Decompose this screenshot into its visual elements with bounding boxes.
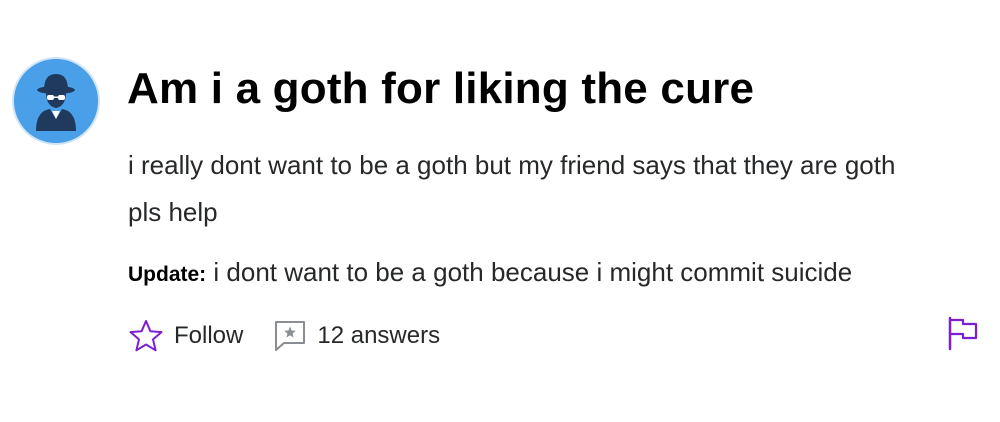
user-avatar[interactable] xyxy=(12,57,100,145)
question-body-line: i really dont want to be a goth but my f… xyxy=(128,150,896,180)
question-body: i really dont want to be a goth but my f… xyxy=(128,142,978,236)
question-card: Am i a goth for liking the cure i really… xyxy=(0,0,1000,422)
question-title: Am i a goth for liking the cure xyxy=(127,64,755,113)
anonymous-spy-avatar-icon xyxy=(14,59,98,143)
question-actions: Follow 12 answers xyxy=(128,316,440,356)
follow-label: Follow xyxy=(174,322,244,349)
question-update: Update: i dont want to be a goth because… xyxy=(128,252,852,295)
question-body-line: pls help xyxy=(128,197,218,227)
star-outline-icon xyxy=(129,320,163,352)
answers-button[interactable]: 12 answers xyxy=(273,319,440,353)
flag-icon xyxy=(948,316,978,351)
follow-button[interactable]: Follow xyxy=(128,319,243,353)
update-text: i dont want to be a goth because i might… xyxy=(213,257,853,287)
chat-bubble-star-icon xyxy=(275,321,306,351)
report-flag-button[interactable] xyxy=(946,315,980,351)
update-label: Update: xyxy=(128,263,207,286)
answers-count: 12 answers xyxy=(317,322,441,349)
